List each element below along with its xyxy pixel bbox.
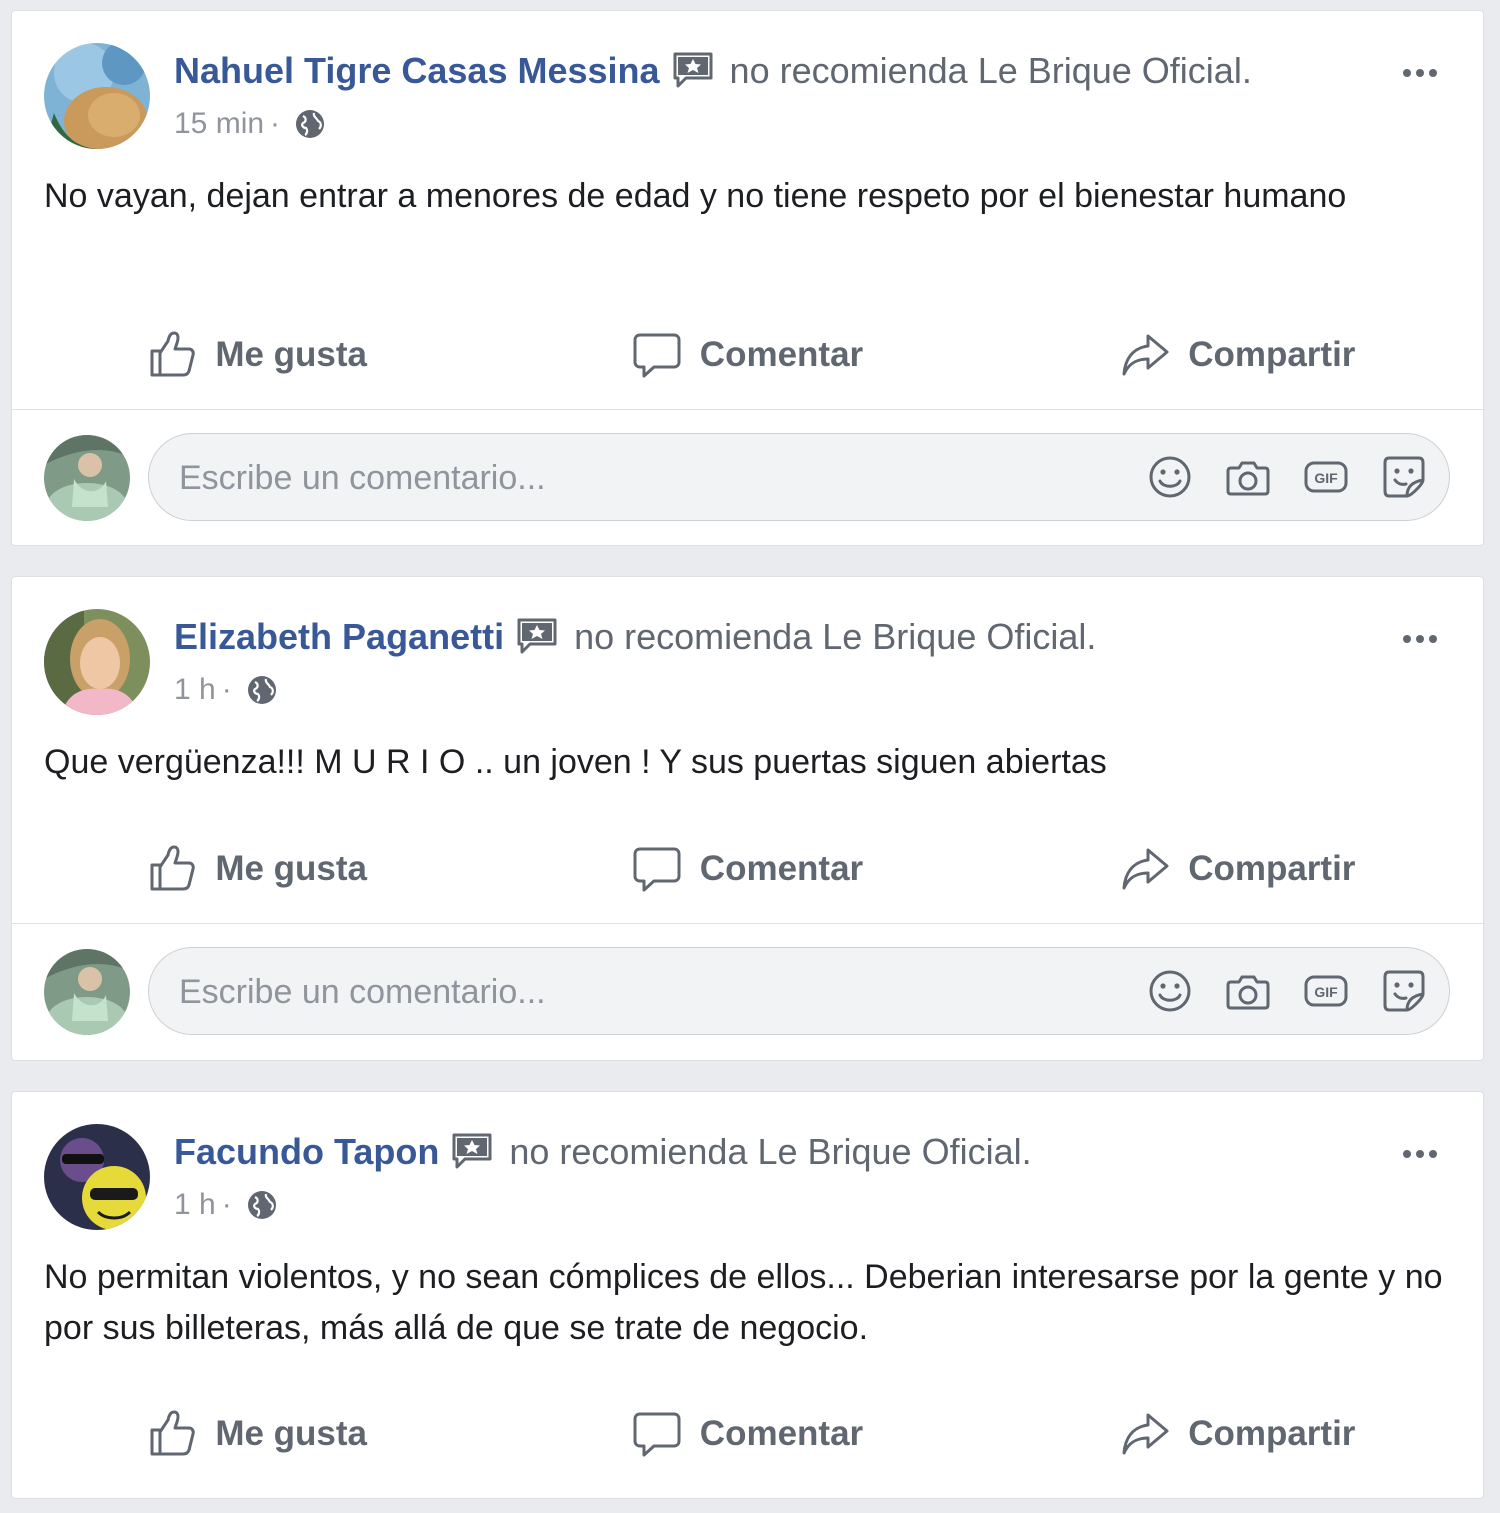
globe-icon[interactable] [294,108,326,140]
share-button[interactable]: Compartir [993,823,1483,915]
thumbs-up-icon [147,1409,197,1459]
recommendation-text: no recomienda Le Brique Oficial. [574,616,1097,657]
comment-label: Comentar [699,335,864,374]
comment-button[interactable]: Comentar [502,309,992,401]
post-header: Facundo Tapon no recomienda Le Brique Of… [174,1130,1032,1174]
share-label: Compartir [1188,1414,1356,1453]
current-user-avatar [44,949,130,1035]
comment-label: Comentar [699,1414,864,1453]
globe-icon[interactable] [246,1189,278,1221]
share-arrow-icon [1120,844,1170,894]
comment-input[interactable] [177,434,1081,522]
thumbs-up-icon [147,330,197,380]
speech-bubble-icon [632,1409,682,1459]
comment-tools [1147,454,1427,500]
comment-composer [12,925,1483,1036]
share-arrow-icon [1120,330,1170,380]
author-avatar[interactable] [44,43,150,149]
post-card: Elizabeth Paganetti no recomienda Le Bri… [11,576,1484,1061]
like-label: Me gusta [215,335,368,374]
comment-tools [1147,968,1427,1014]
speech-bubble-icon [632,330,682,380]
share-button[interactable]: Compartir [993,1388,1483,1480]
like-label: Me gusta [215,849,368,888]
camera-icon[interactable] [1225,968,1271,1014]
speech-bubble-icon [632,844,682,894]
post-header: Nahuel Tigre Casas Messina no recomienda… [174,49,1252,93]
comment-field[interactable] [148,433,1450,522]
post-header: Elizabeth Paganetti no recomienda Le Bri… [174,615,1096,659]
recommendation-text: no recomienda Le Brique Oficial. [509,1131,1032,1172]
share-arrow-icon [1120,1409,1170,1459]
globe-icon[interactable] [246,674,278,706]
meta-separator: · [221,673,232,706]
comment-field[interactable] [148,947,1450,1036]
action-bar: Me gusta Comentar Compartir [12,309,1483,401]
like-button[interactable]: Me gusta [12,823,502,915]
emoji-icon[interactable] [1147,454,1193,500]
camera-icon[interactable] [1225,454,1271,500]
post-card: Facundo Tapon no recomienda Le Brique Of… [11,1091,1484,1499]
author-avatar[interactable] [44,609,150,715]
comment-input[interactable] [177,948,1081,1036]
meta-separator: · [270,107,281,140]
author-name[interactable]: Elizabeth Paganetti [174,615,504,659]
like-button[interactable]: Me gusta [12,309,502,401]
author-name[interactable]: Nahuel Tigre Casas Messina [174,49,660,93]
post-meta: 15 min · [174,107,326,141]
post-meta: 1 h · [174,1188,278,1222]
post-text: No permitan violentos, y no sean cómplic… [44,1258,1443,1347]
recommendation-text: no recomienda Le Brique Oficial. [729,50,1252,91]
post-timestamp[interactable]: 1 h [174,1188,216,1222]
author-name[interactable]: Facundo Tapon [174,1130,439,1174]
like-button[interactable]: Me gusta [12,1388,502,1480]
recommend-star-icon [672,51,714,91]
comment-button[interactable]: Comentar [502,823,992,915]
comment-composer [12,411,1483,522]
post-meta: 1 h · [174,673,278,707]
share-label: Compartir [1188,849,1356,888]
more-options-icon[interactable] [1403,617,1453,643]
divider [12,409,1483,410]
thumbs-up-icon [147,844,197,894]
post-timestamp[interactable]: 1 h [174,673,216,707]
action-bar: Me gusta Comentar Compartir [12,1388,1483,1480]
meta-separator: · [221,1188,232,1221]
recommend-star-icon [451,1132,493,1172]
gif-icon[interactable] [1303,454,1349,500]
share-button[interactable]: Compartir [993,309,1483,401]
more-options-icon[interactable] [1403,51,1453,77]
post-card: Nahuel Tigre Casas Messina no recomienda… [11,10,1484,546]
current-user-avatar [44,435,130,521]
post-text: No vayan, dejan entrar a menores de edad… [44,177,1347,215]
more-options-icon[interactable] [1403,1132,1453,1158]
action-bar: Me gusta Comentar Compartir [12,823,1483,915]
author-avatar[interactable] [44,1124,150,1230]
like-label: Me gusta [215,1414,368,1453]
post-timestamp[interactable]: 15 min [174,107,264,141]
sticker-icon[interactable] [1381,968,1427,1014]
post-text: Que vergüenza!!! M U R I O .. un joven !… [44,743,1107,781]
emoji-icon[interactable] [1147,968,1193,1014]
divider [12,923,1483,924]
comment-button[interactable]: Comentar [502,1388,992,1480]
comment-label: Comentar [699,849,864,888]
recommend-star-icon [516,617,558,657]
share-label: Compartir [1188,335,1356,374]
sticker-icon[interactable] [1381,454,1427,500]
gif-icon[interactable] [1303,968,1349,1014]
